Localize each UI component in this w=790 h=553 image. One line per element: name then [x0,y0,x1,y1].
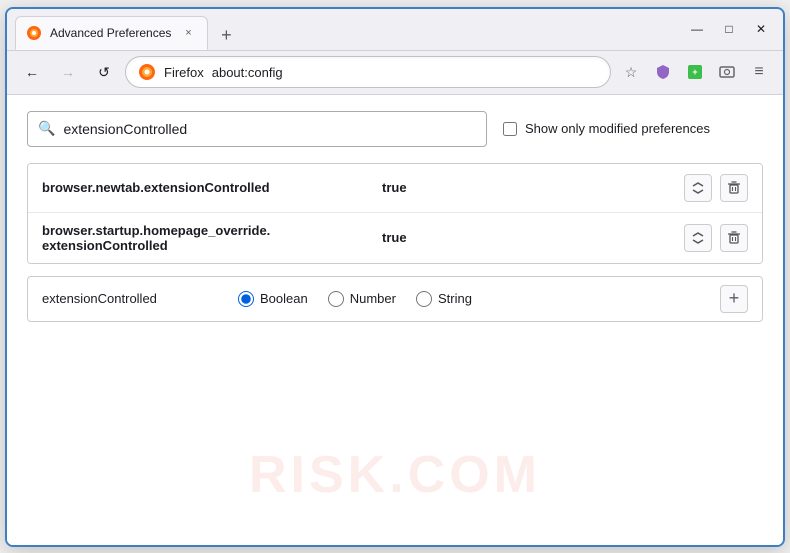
screenshot-icon[interactable] [713,58,741,86]
minimize-button[interactable]: — [683,15,711,43]
pref-actions-2 [684,224,748,252]
content-area: RISK.COM 🔍 Show only modified preference… [7,95,783,545]
search-input[interactable] [63,121,476,137]
nav-icons: ☆ + ≡ [617,58,773,86]
close-button[interactable]: ✕ [747,15,775,43]
tab-title: Advanced Preferences [50,26,171,40]
back-button[interactable]: ← [17,57,47,87]
table-row: browser.startup.homepage_override. exten… [28,213,762,263]
menu-icon[interactable]: ≡ [745,58,773,86]
table-row: browser.newtab.extensionControlled true [28,164,762,213]
extension-icon[interactable]: + [681,58,709,86]
svg-text:+: + [692,67,697,77]
add-preference-button[interactable]: + [720,285,748,313]
tab-favicon [26,25,42,41]
number-option[interactable]: Number [328,291,396,307]
string-option[interactable]: String [416,291,472,307]
pref-actions-1 [684,174,748,202]
toggle-button-1[interactable] [684,174,712,202]
show-modified-row: Show only modified preferences [503,121,710,136]
firefox-logo [138,63,156,81]
type-radio-group: Boolean Number String [238,291,704,307]
pref-value-2: true [382,230,684,245]
number-label: Number [350,291,396,306]
reload-button[interactable]: ↺ [89,57,119,87]
forward-button[interactable]: → [53,57,83,87]
new-tab-button[interactable]: + [212,22,240,50]
shield-icon [649,58,677,86]
browser-window: Advanced Preferences × + — □ ✕ ← → ↺ Fir… [5,7,785,547]
toggle-button-2[interactable] [684,224,712,252]
pref-name-1: browser.newtab.extensionControlled [42,180,382,195]
new-pref-name: extensionControlled [42,291,222,306]
nav-bar: ← → ↺ Firefox about:config ☆ [7,51,783,95]
delete-button-1[interactable] [720,174,748,202]
tab-close-button[interactable]: × [179,24,197,42]
preferences-table: browser.newtab.extensionControlled true [27,163,763,264]
string-label: String [438,291,472,306]
pref-name-2: browser.startup.homepage_override. exten… [42,223,382,253]
watermark: RISK.COM [249,445,541,505]
string-radio[interactable] [416,291,432,307]
search-box[interactable]: 🔍 [27,111,487,147]
address-text: about:config [212,65,598,80]
tab-area: Advanced Preferences × + [15,9,683,50]
show-modified-checkbox[interactable] [503,122,517,136]
address-bar[interactable]: Firefox about:config [125,56,611,88]
boolean-label: Boolean [260,291,308,306]
window-controls: — □ ✕ [683,15,775,43]
number-radio[interactable] [328,291,344,307]
boolean-radio[interactable] [238,291,254,307]
delete-button-2[interactable] [720,224,748,252]
pref-value-1: true [382,180,684,195]
title-bar: Advanced Preferences × + — □ ✕ [7,9,783,51]
boolean-option[interactable]: Boolean [238,291,308,307]
maximize-button[interactable]: □ [715,15,743,43]
search-row: 🔍 Show only modified preferences [27,111,763,147]
new-preference-row: extensionControlled Boolean Number Strin… [27,276,763,322]
browser-name-label: Firefox [164,65,204,80]
active-tab[interactable]: Advanced Preferences × [15,16,208,50]
bookmark-icon[interactable]: ☆ [617,58,645,86]
show-modified-label: Show only modified preferences [525,121,710,136]
search-icon: 🔍 [38,120,55,137]
